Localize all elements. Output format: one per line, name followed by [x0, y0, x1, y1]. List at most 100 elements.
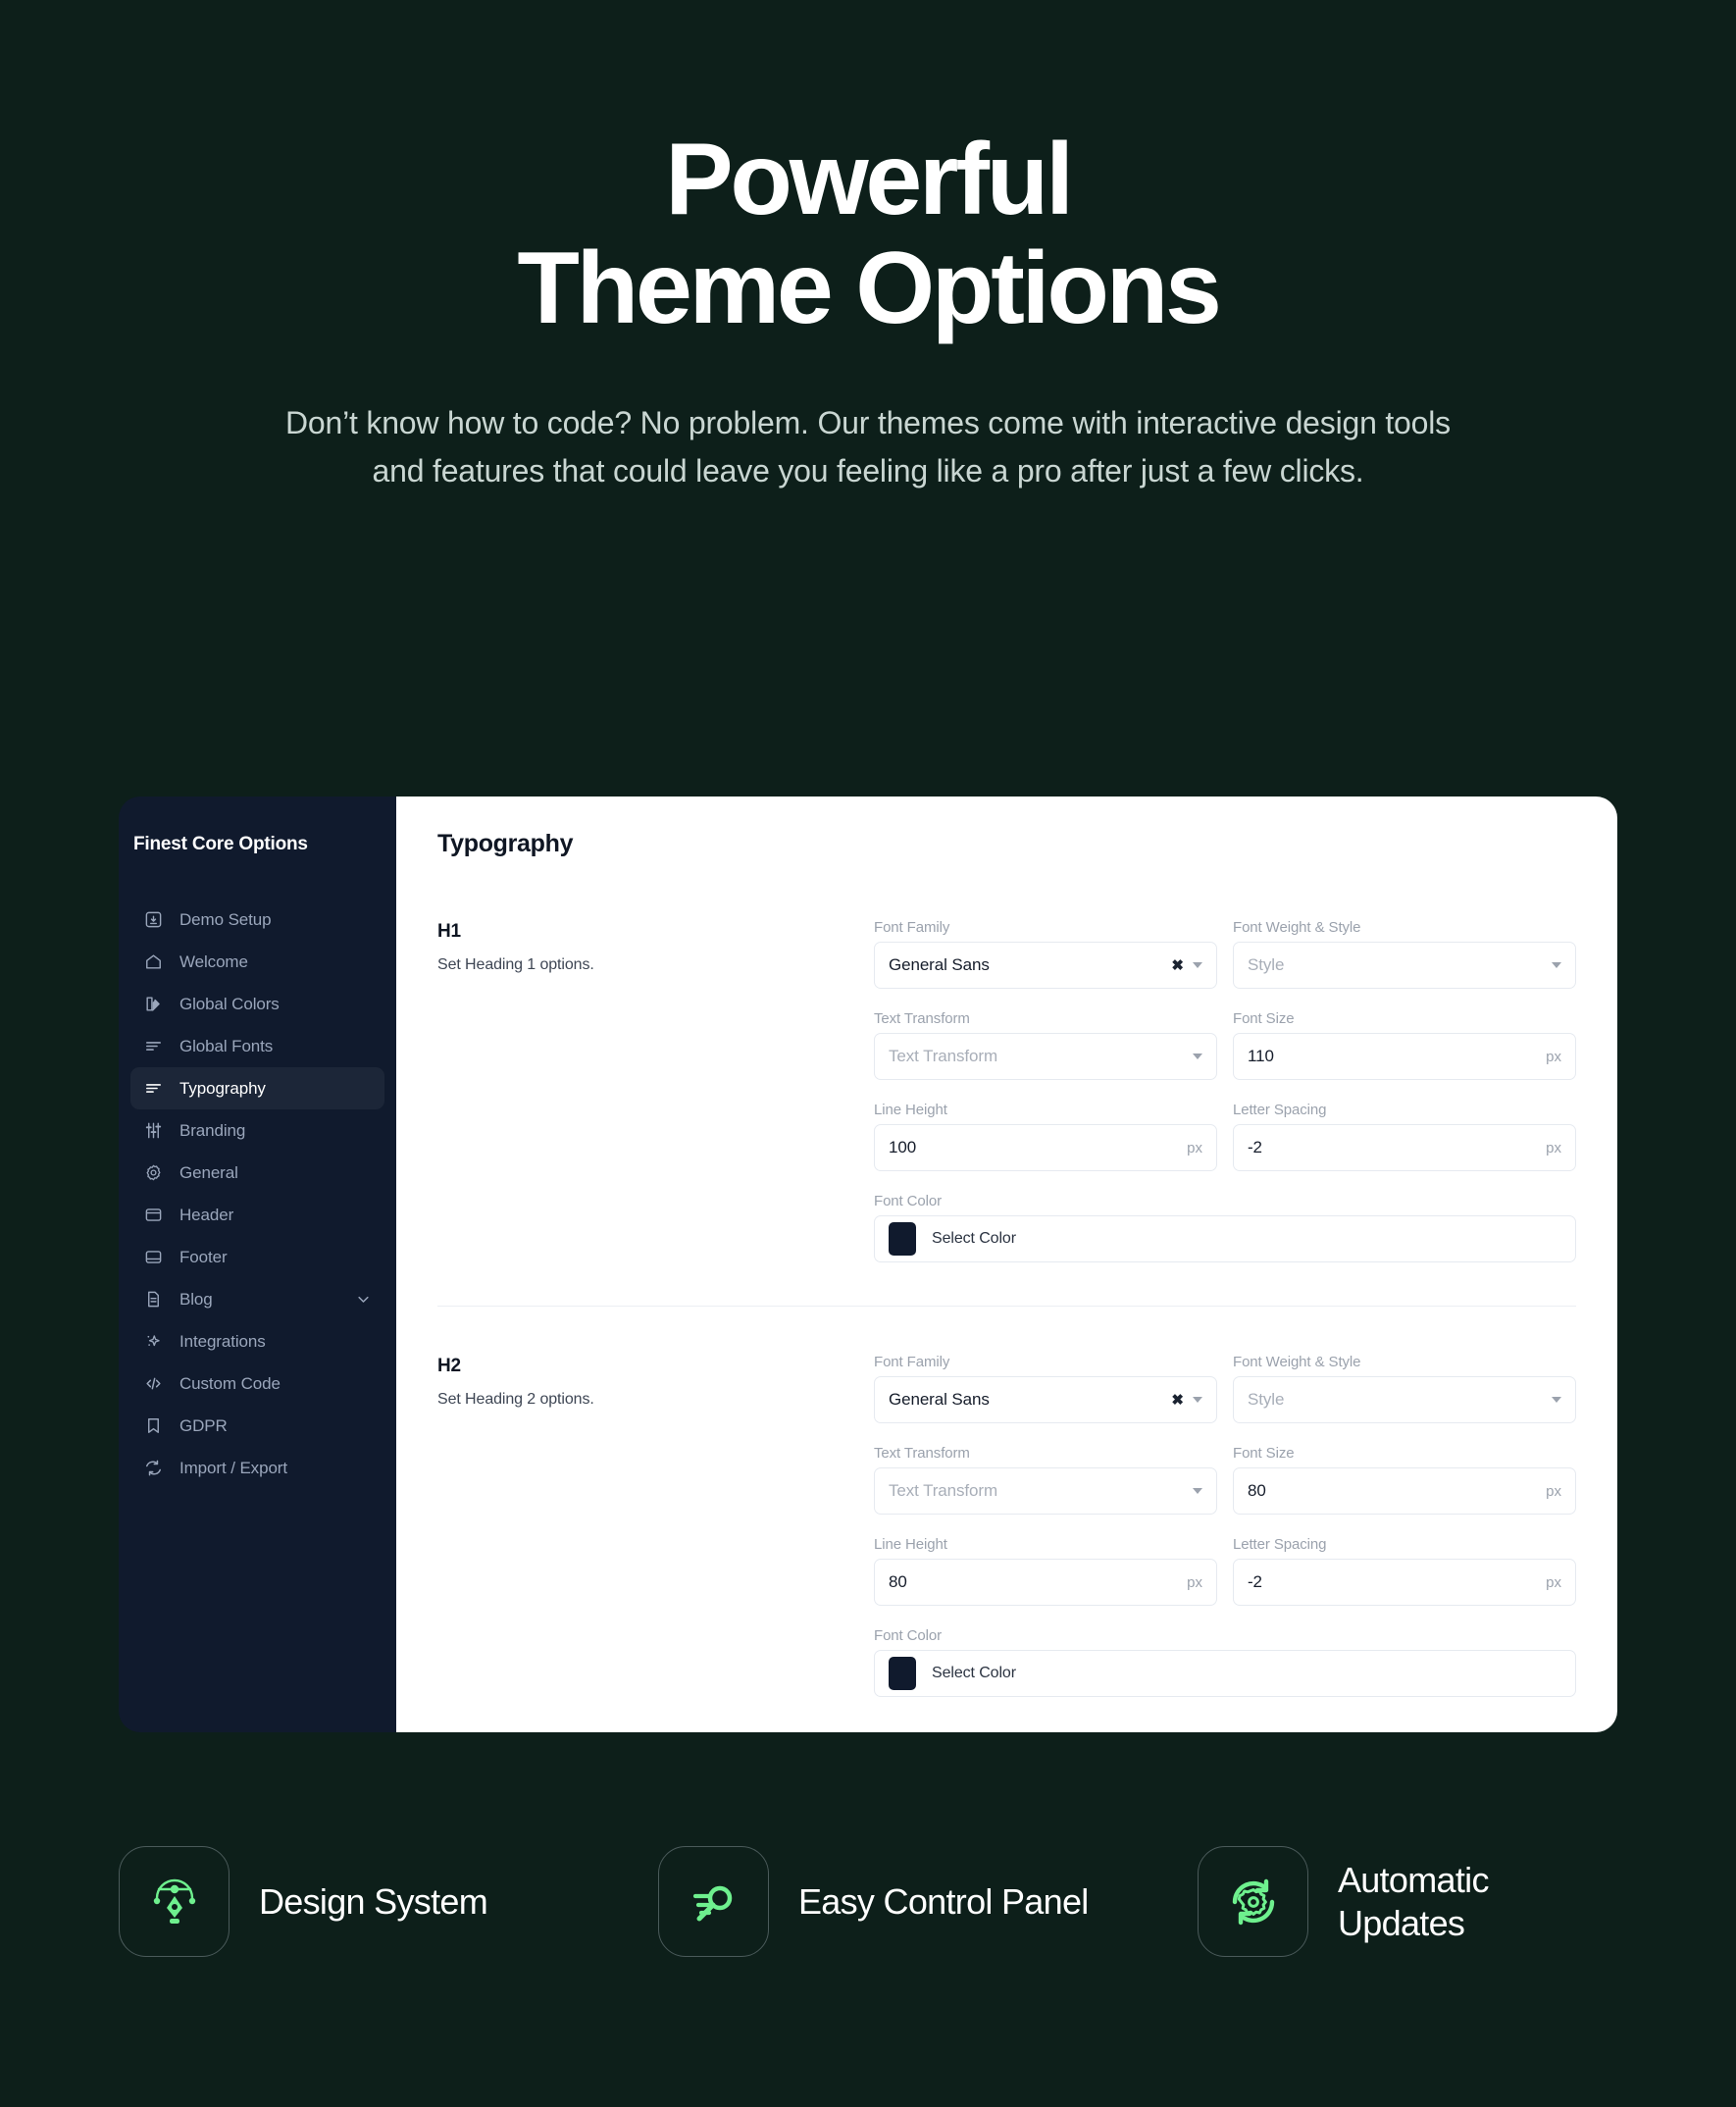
field-row: Line Height 80 px Letter Spacing -2 px: [874, 1536, 1576, 1606]
field-value: 100: [889, 1138, 917, 1156]
field-unit: px: [1187, 1139, 1202, 1156]
section-subtext: Set Heading 2 options.: [437, 1391, 594, 1408]
sidebar-item-typography[interactable]: Typography: [130, 1067, 384, 1109]
typography-section-h2: H2 Set Heading 2 options. Font Family Ge…: [437, 1306, 1576, 1732]
font-color-picker[interactable]: Select Color: [874, 1650, 1576, 1697]
chevron-down-icon[interactable]: [1193, 1054, 1202, 1059]
sidebar-item-label: Header: [179, 1205, 234, 1224]
field-letter-spacing: Letter Spacing -2 px: [1233, 1536, 1576, 1606]
sidebar-item-label: Footer: [179, 1247, 228, 1266]
section-fields: Font Family General Sans ✖ Font Weight &…: [874, 1354, 1576, 1697]
font-size-input[interactable]: 80 px: [1233, 1467, 1576, 1515]
field-line-height: Line Height 80 px: [874, 1536, 1217, 1606]
field-value: 110: [1248, 1047, 1274, 1065]
sidebar-item-custom-code[interactable]: Custom Code: [130, 1362, 384, 1405]
download-box-icon: [144, 910, 163, 929]
font-family-select[interactable]: General Sans ✖: [874, 942, 1217, 989]
sidebar-item-footer[interactable]: Footer: [130, 1236, 384, 1278]
letter-spacing-input[interactable]: -2 px: [1233, 1124, 1576, 1171]
typography-section-h1: H1 Set Heading 1 options. Font Family Ge…: [437, 919, 1576, 1306]
sidebar-item-global-colors[interactable]: Global Colors: [130, 983, 384, 1025]
color-swatch[interactable]: [889, 1657, 916, 1690]
sidebar-item-welcome[interactable]: Welcome: [130, 941, 384, 983]
sidebar-item-integrations[interactable]: Integrations: [130, 1320, 384, 1362]
text-lines-icon: [144, 1079, 163, 1098]
section-description-block: H1 Set Heading 1 options.: [437, 919, 874, 1262]
field-value: 80: [1248, 1481, 1266, 1500]
feature-label: Automatic Updates: [1338, 1859, 1489, 1943]
field-row: Text Transform Text Transform Font Size …: [874, 1010, 1576, 1080]
header-layout-icon: [144, 1206, 163, 1224]
line-height-input[interactable]: 100 px: [874, 1124, 1217, 1171]
font-weight-style-select[interactable]: Style: [1233, 1376, 1576, 1423]
sidebar-item-blog[interactable]: Blog: [130, 1278, 384, 1320]
letter-spacing-input[interactable]: -2 px: [1233, 1559, 1576, 1606]
field-label: Letter Spacing: [1233, 1536, 1327, 1553]
field-label: Font Color: [874, 1193, 943, 1209]
text-transform-select[interactable]: Text Transform: [874, 1033, 1217, 1080]
sidebar-item-label: Integrations: [179, 1331, 266, 1351]
clear-icon[interactable]: ✖: [1171, 1393, 1184, 1408]
page-title: Powerful Theme Options: [181, 123, 1555, 346]
chevron-down-icon[interactable]: [1552, 1397, 1561, 1403]
gear-refresh-icon: [1198, 1846, 1308, 1957]
sidebar-item-label: Welcome: [179, 951, 248, 971]
feature-automatic-updates: Automatic Updates: [1198, 1846, 1617, 1957]
sidebar-item-header[interactable]: Header: [130, 1194, 384, 1236]
field-value: 80: [889, 1572, 907, 1591]
page-title-line-2: Theme Options: [517, 231, 1222, 346]
sidebar-item-label: Branding: [179, 1120, 246, 1140]
field-label: Line Height: [874, 1102, 947, 1118]
font-weight-style-select[interactable]: Style: [1233, 942, 1576, 989]
feature-label: Design System: [259, 1880, 488, 1922]
sidebar-item-import-export[interactable]: Import / Export: [130, 1447, 384, 1489]
field-row: Font Color Select Color: [874, 1193, 1576, 1262]
chevron-down-icon[interactable]: [1193, 1397, 1202, 1403]
color-palette-icon: [144, 995, 163, 1013]
code-brackets-icon: [144, 1374, 163, 1393]
clear-icon[interactable]: ✖: [1171, 958, 1184, 973]
chevron-down-icon[interactable]: [1552, 962, 1561, 968]
font-family-select[interactable]: General Sans ✖: [874, 1376, 1217, 1423]
field-text-transform: Text Transform Text Transform: [874, 1010, 1217, 1080]
field-value: -2: [1248, 1138, 1262, 1156]
field-value: Select Color: [932, 1230, 1016, 1247]
sidebar-item-global-fonts[interactable]: Global Fonts: [130, 1025, 384, 1067]
sidebar-item-label: Blog: [179, 1289, 213, 1309]
feature-easy-control-panel: Easy Control Panel: [658, 1846, 1198, 1957]
text-lines-icon: [144, 1037, 163, 1055]
chevron-down-icon[interactable]: [1193, 1488, 1202, 1494]
line-height-input[interactable]: 80 px: [874, 1559, 1217, 1606]
gear-icon: [144, 1163, 163, 1182]
field-placeholder: Text Transform: [889, 1481, 998, 1500]
sidebar-item-demo-setup[interactable]: Demo Setup: [130, 899, 384, 941]
text-transform-select[interactable]: Text Transform: [874, 1467, 1217, 1515]
font-size-input[interactable]: 110 px: [1233, 1033, 1576, 1080]
pen-tool-icon: [119, 1846, 230, 1957]
chevron-down-icon[interactable]: [1193, 962, 1202, 968]
field-label: Font Family: [874, 1354, 950, 1370]
field-font-family: Font Family General Sans ✖: [874, 1354, 1217, 1423]
bookmark-icon: [144, 1416, 163, 1435]
features-row: Design System Easy Control Panel Automat…: [119, 1846, 1617, 1957]
field-value: Select Color: [932, 1665, 1016, 1681]
sidebar-item-label: GDPR: [179, 1415, 228, 1435]
field-font-family: Font Family General Sans ✖: [874, 919, 1217, 989]
font-color-picker[interactable]: Select Color: [874, 1215, 1576, 1262]
sidebar-item-general[interactable]: General: [130, 1152, 384, 1194]
hero-section: Powerful Theme Options Don’t know how to…: [0, 0, 1736, 496]
field-placeholder: Style: [1248, 955, 1285, 974]
chevron-down-icon[interactable]: [356, 1292, 371, 1307]
field-font-size: Font Size 110 px: [1233, 1010, 1576, 1080]
field-font-weight-style: Font Weight & Style Style: [1233, 919, 1576, 989]
sidebar: Finest Core Options Demo Setup Welcome G…: [119, 797, 396, 1732]
sidebar-item-branding[interactable]: Branding: [130, 1109, 384, 1152]
document-icon: [144, 1290, 163, 1309]
page-title-line-1: Powerful: [665, 123, 1074, 236]
theme-options-window: Finest Core Options Demo Setup Welcome G…: [119, 797, 1617, 1732]
field-font-color: Font Color Select Color: [874, 1193, 1576, 1262]
color-swatch[interactable]: [889, 1222, 916, 1256]
main-panel: Typography H1 Set Heading 1 options. Fon…: [396, 797, 1617, 1732]
sidebar-item-gdpr[interactable]: GDPR: [130, 1405, 384, 1447]
sidebar-nav: Demo Setup Welcome Global Colors Global …: [119, 899, 396, 1489]
